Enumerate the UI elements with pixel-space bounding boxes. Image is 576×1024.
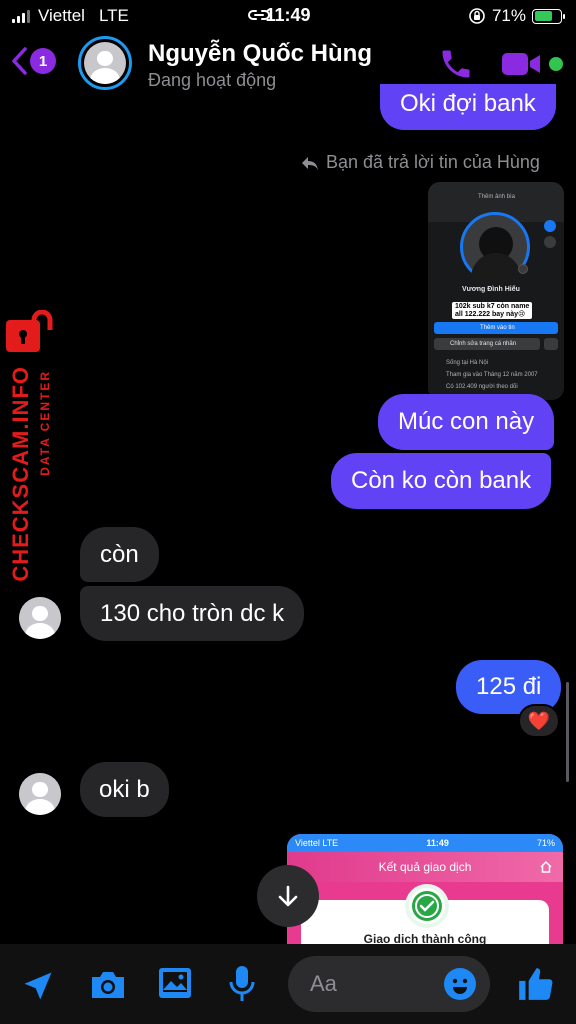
microphone-icon[interactable]	[227, 964, 257, 1004]
edit-profile-label: Chỉnh sửa trang cá nhân	[450, 341, 517, 347]
unread-badge: 1	[30, 48, 56, 74]
sender-avatar[interactable]	[19, 773, 61, 815]
replied-image-profile[interactable]: Thêm ảnh bìa Vương Đình Hiếu 102k sub k7…	[428, 182, 564, 400]
image-transaction-result[interactable]: Viettel LTE 11:49 71% Kết quả giao dịch …	[287, 834, 563, 946]
reaction-emoji: ❤️	[527, 710, 551, 731]
padlock-logo	[6, 310, 53, 352]
message-outgoing[interactable]: Còn ko còn bank	[331, 453, 552, 509]
txn-title: Kết quả giao dịch	[378, 860, 472, 874]
message-outgoing[interactable]: Oki đợi bank	[380, 84, 556, 130]
arrow-down-icon	[278, 885, 298, 907]
more-button	[544, 338, 558, 350]
watermark: CHECKSCAM.INFO DATA CENTER	[2, 310, 62, 590]
message-text: oki b	[99, 775, 150, 803]
emoji-icon[interactable]	[444, 968, 476, 1000]
add-story-label: Thêm vào tin	[480, 325, 515, 331]
txn-carrier: Viettel LTE	[295, 838, 339, 848]
back-button[interactable]: 1	[10, 46, 56, 76]
phone-icon[interactable]	[438, 46, 474, 82]
message-text: 125 đi	[476, 673, 542, 700]
reply-note: Bạn đã trả lời tin của Hùng	[300, 152, 540, 173]
contact-name[interactable]: Nguyễn Quốc Hùng	[148, 40, 372, 68]
reply-note-text: Bạn đã trả lời tin của Hùng	[326, 152, 540, 172]
home-icon	[540, 860, 552, 873]
message-input-container	[288, 956, 490, 1012]
txn-time: 11:49	[426, 838, 449, 848]
message-text: Oki đợi bank	[400, 90, 536, 117]
info-location: Sống tại Hà Nội	[446, 360, 489, 366]
chevron-left-icon	[12, 47, 27, 75]
caption-line-2: all 122.222 bay này😢	[455, 310, 526, 318]
message-text: 130 cho tròn dc k	[100, 599, 285, 627]
txn-header: Kết quả giao dịch	[287, 852, 563, 882]
message-text: Múc con này	[398, 408, 535, 435]
add-story-button: Thêm vào tin	[434, 322, 558, 334]
video-call-icon[interactable]	[500, 50, 544, 78]
camera-icon[interactable]	[88, 968, 128, 1002]
watermark-sub: DATA CENTER	[38, 370, 52, 476]
txn-battery: 71%	[536, 838, 555, 848]
scrollbar[interactable]	[566, 682, 569, 782]
caption-line-1: 102k sub k7 còn name	[455, 303, 530, 310]
info-joined: Tham gia vào Tháng 12 năm 2007	[446, 372, 538, 378]
rotation-lock-icon	[469, 8, 485, 24]
thumbs-up-icon[interactable]	[516, 964, 554, 1004]
info-followers: Có 102.409 người theo dõi	[446, 384, 518, 390]
watermark-brand: CHECKSCAM.INFO	[8, 366, 33, 582]
send-location-icon[interactable]	[20, 968, 56, 1004]
message-input[interactable]	[310, 968, 440, 1000]
edit-profile-button: Chỉnh sửa trang cá nhân	[434, 338, 540, 350]
contact-avatar[interactable]	[78, 36, 132, 90]
message-text: còn	[100, 540, 139, 568]
sender-avatar[interactable]	[19, 597, 61, 639]
txn-status-bar: Viettel LTE 11:49 71%	[287, 834, 563, 852]
online-indicator	[549, 57, 563, 71]
cover-label: Thêm ảnh bìa	[478, 194, 516, 200]
reply-icon	[302, 156, 318, 170]
status-bar: Viettel LTE 11:49 71%	[0, 0, 576, 32]
battery-percent: 71%	[491, 6, 526, 25]
battery-icon	[532, 8, 565, 24]
message-incoming[interactable]: oki b	[80, 762, 169, 817]
message-incoming[interactable]: 130 cho tròn dc k	[80, 586, 305, 641]
scroll-to-bottom-button[interactable]	[257, 865, 319, 927]
message-text: Còn ko còn bank	[351, 467, 532, 494]
message-incoming[interactable]: còn	[80, 527, 159, 582]
image-gallery-icon[interactable]	[157, 966, 193, 1000]
check-circle-icon	[405, 884, 449, 928]
composer-bar	[0, 944, 576, 1024]
message-outgoing[interactable]: Múc con này	[378, 394, 555, 450]
profile-name: Vương Đình Hiếu	[462, 286, 520, 293]
contact-status: Đang hoạt động	[148, 70, 277, 90]
battery-info: 71%	[468, 6, 565, 26]
image-caption: 102k sub k7 còn name all 122.222 bay này…	[452, 302, 533, 320]
reaction-heart[interactable]: ❤️	[518, 704, 560, 738]
